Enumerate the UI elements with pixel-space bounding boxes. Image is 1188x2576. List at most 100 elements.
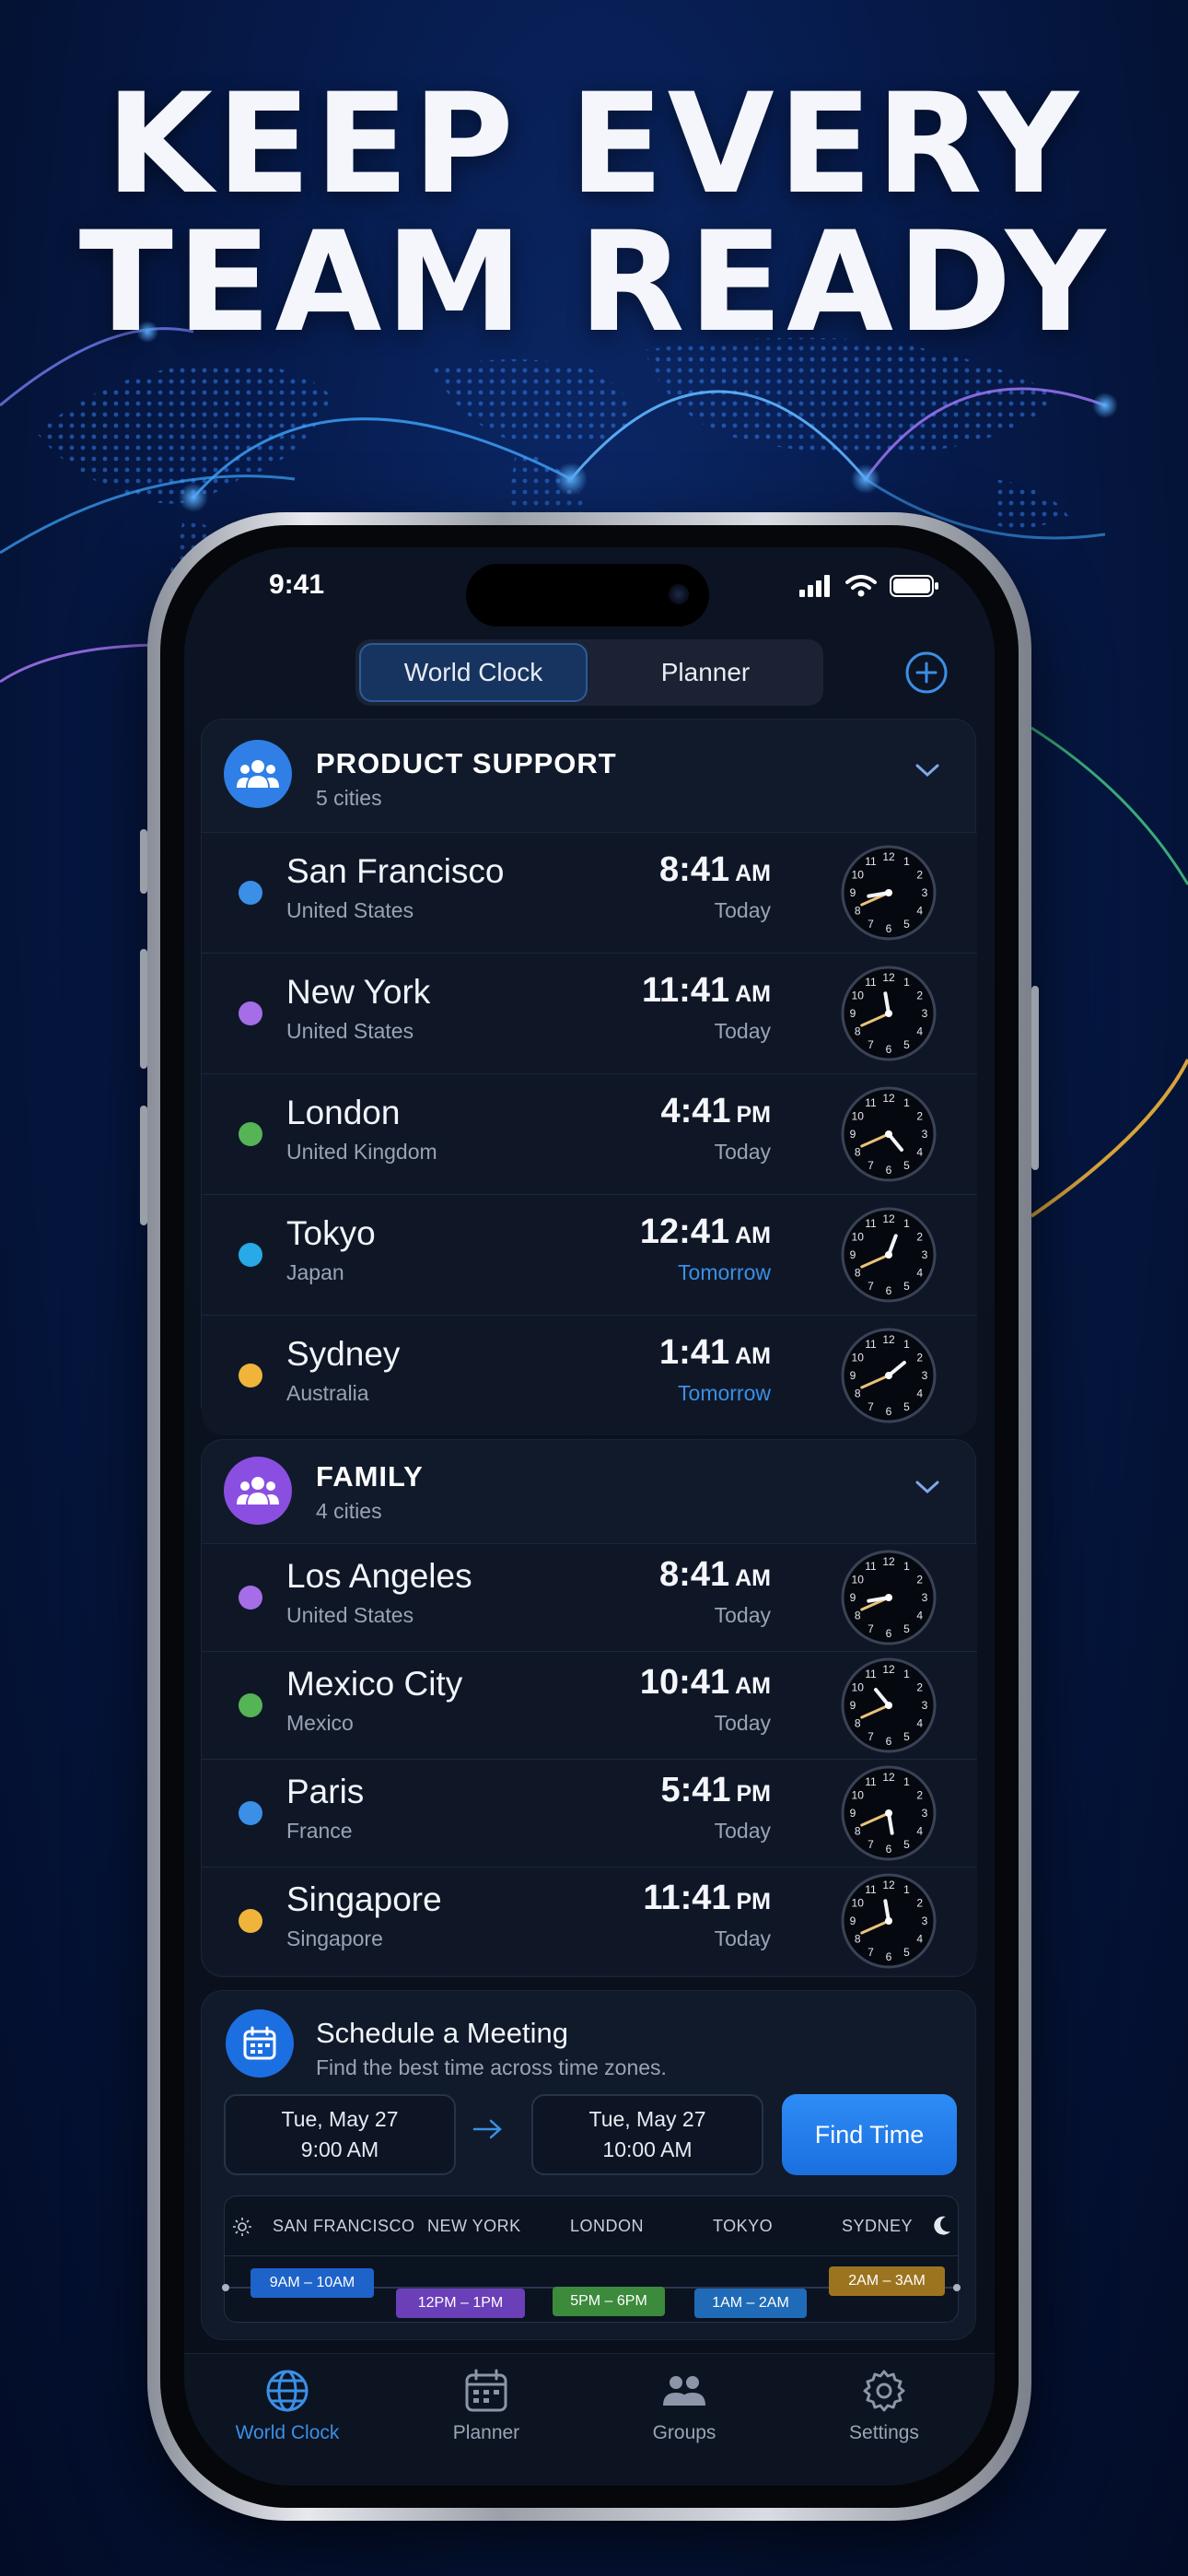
svg-text:2: 2 xyxy=(916,989,923,1002)
group-city-count: 5 cities xyxy=(316,786,382,810)
tab-settings-nav[interactable]: Settings xyxy=(810,2367,958,2444)
svg-text:12: 12 xyxy=(882,1333,895,1346)
group-header[interactable]: FAMILY 4 cities xyxy=(202,1440,977,1541)
time-value: 12:41 xyxy=(639,1212,730,1251)
group-card-family: FAMILY 4 cities Los Angeles United States… xyxy=(201,1439,977,1977)
svg-text:4: 4 xyxy=(916,1717,923,1730)
tab-world-clock-nav[interactable]: World Clock xyxy=(214,2367,361,2444)
analog-clock-icon: 1234567891011 12 xyxy=(841,966,937,1061)
city-row[interactable]: Los Angeles United States 8:41 AM Today 1 2 3 4 5… xyxy=(202,1544,977,1652)
time-value: 8:41 xyxy=(659,850,730,889)
svg-text:11: 11 xyxy=(865,1096,877,1109)
svg-text:4: 4 xyxy=(916,1610,923,1622)
svg-text:11: 11 xyxy=(865,1338,877,1351)
city-row[interactable]: Mexico City Mexico 10:41 AM Today 1 2 3 4 5 6 7 8 9 10… xyxy=(202,1652,977,1760)
svg-text:6: 6 xyxy=(886,1043,892,1056)
timeline-city-sydney: SYDNEY xyxy=(842,2217,914,2235)
svg-text:5: 5 xyxy=(903,1159,910,1172)
city-day: Tomorrow xyxy=(678,1381,771,1405)
svg-text:4: 4 xyxy=(916,1933,923,1946)
city-row[interactable]: Sydney Australia 1:41 AM Tomorrow 1 2 3 4 5 6 7 8 9 10… xyxy=(202,1316,977,1435)
svg-text:12: 12 xyxy=(882,1879,895,1891)
time-ampm: PM xyxy=(736,1889,772,1914)
svg-text:3: 3 xyxy=(922,1248,928,1261)
svg-text:7: 7 xyxy=(868,1159,874,1172)
city-country: Australia xyxy=(286,1381,369,1405)
city-color-dot xyxy=(239,1693,262,1717)
tab-world-clock[interactable]: World Clock xyxy=(359,643,588,702)
tab-planner-nav[interactable]: Planner xyxy=(413,2367,560,2444)
chevron-down-icon[interactable] xyxy=(914,762,940,779)
svg-text:4: 4 xyxy=(916,1267,923,1280)
city-name: Tokyo xyxy=(286,1214,376,1252)
gear-icon xyxy=(863,2370,905,2412)
volume-up-button xyxy=(140,949,147,1069)
timeline-slot-sydney[interactable]: 2AM – 3AM xyxy=(829,2266,945,2296)
city-color-dot xyxy=(239,881,262,905)
city-color-dot xyxy=(239,1801,262,1825)
svg-text:10: 10 xyxy=(852,1352,865,1364)
city-row[interactable]: New York United States 11:41 AM Today 1 2 3 4 5 6 7… xyxy=(202,954,977,1074)
time-ampm: AM xyxy=(735,981,771,1007)
svg-text:8: 8 xyxy=(855,905,861,918)
city-time: 5:41 PM xyxy=(660,1771,771,1810)
headline-line-2: TEAM READY xyxy=(78,203,1110,363)
svg-text:6: 6 xyxy=(886,1627,892,1640)
svg-text:2: 2 xyxy=(916,1681,923,1694)
city-time: 1:41 AM xyxy=(659,1333,771,1373)
city-country: Mexico xyxy=(286,1711,354,1735)
timeline-slot-london[interactable]: 5PM – 6PM xyxy=(553,2287,665,2316)
svg-text:1: 1 xyxy=(903,1096,910,1109)
group-people-icon xyxy=(224,1457,292,1525)
svg-text:9: 9 xyxy=(850,1914,856,1927)
svg-text:5: 5 xyxy=(903,1038,910,1051)
find-time-button[interactable]: Find Time xyxy=(782,2094,957,2175)
globe-icon xyxy=(266,2370,309,2412)
end-datetime-picker[interactable]: Tue, May 27 10:00 AM xyxy=(531,2094,763,2175)
group-header[interactable]: PRODUCT SUPPORT 5 cities xyxy=(202,720,977,830)
svg-text:6: 6 xyxy=(886,1284,892,1297)
tab-groups-nav[interactable]: Groups xyxy=(611,2367,758,2444)
timeline-slot-ny[interactable]: 12PM – 1PM xyxy=(396,2289,525,2318)
timeline-start-dot xyxy=(222,2284,229,2291)
analog-clock-icon: 1234567891011 12 xyxy=(841,1086,937,1182)
svg-text:8: 8 xyxy=(855,1025,861,1038)
tab-label: Settings xyxy=(849,2422,919,2443)
end-time: 10:00 AM xyxy=(602,2137,693,2161)
chevron-down-icon[interactable] xyxy=(914,1479,940,1495)
svg-text:6: 6 xyxy=(886,1735,892,1748)
svg-text:3: 3 xyxy=(922,1807,928,1820)
city-row[interactable]: Tokyo Japan 12:41 AM Tomorrow 1 2 3 4 5 6 7 8 9 10 11 12 xyxy=(202,1195,977,1316)
svg-text:4: 4 xyxy=(916,905,923,918)
city-row[interactable]: Singapore Singapore 11:41 PM Today 1 2 3 4 5 6 7 8 9 1… xyxy=(202,1868,977,1974)
timeline-slot-sf[interactable]: 9AM – 10AM xyxy=(250,2268,374,2298)
svg-text:3: 3 xyxy=(922,1699,928,1712)
timeline-slot-tokyo[interactable]: 1AM – 2AM xyxy=(694,2289,807,2318)
tab-planner[interactable]: Planner xyxy=(591,643,820,702)
group-title: PRODUCT SUPPORT xyxy=(316,747,617,779)
volume-down-button xyxy=(140,1106,147,1225)
city-row[interactable]: Paris France 5:41 PM Today 1 2 3 4 5 6 7 8 9 10 11 12 xyxy=(202,1760,977,1868)
city-row[interactable]: San Francisco United States 8:41 AM Today 1 2 3… xyxy=(202,833,977,954)
start-datetime-picker[interactable]: Tue, May 27 9:00 AM xyxy=(224,2094,456,2175)
city-country: United States xyxy=(286,1019,414,1043)
group-city-count: 4 cities xyxy=(316,1499,382,1523)
city-row[interactable]: London United Kingdom 4:41 PM Today 1 2 3 4 5 6 7 8 9… xyxy=(202,1074,977,1195)
city-time: 11:41 AM xyxy=(642,971,771,1011)
svg-text:12: 12 xyxy=(882,1663,895,1676)
time-value: 10:41 xyxy=(639,1663,730,1702)
analog-clock-icon: 1234567891011 12 xyxy=(841,1328,937,1423)
svg-text:12: 12 xyxy=(882,1092,895,1105)
tab-label: World Clock xyxy=(235,2422,340,2443)
add-city-button[interactable] xyxy=(904,650,949,695)
svg-text:5: 5 xyxy=(903,1838,910,1851)
schedule-meeting-card: Schedule a Meeting Find the best time ac… xyxy=(201,1990,976,2340)
group-title: FAMILY xyxy=(316,1460,424,1493)
timeline-city-ny: NEW YORK xyxy=(427,2217,521,2235)
end-date: Tue, May 27 xyxy=(588,2107,706,2131)
analog-clock-icon: 1234567891011 12 xyxy=(841,1657,937,1753)
svg-text:12: 12 xyxy=(882,1212,895,1225)
analog-clock-icon: 1234567891011 12 xyxy=(841,1765,937,1861)
city-name: San Francisco xyxy=(286,852,505,890)
timeline-city-sf: SAN FRANCISCO xyxy=(273,2217,415,2235)
